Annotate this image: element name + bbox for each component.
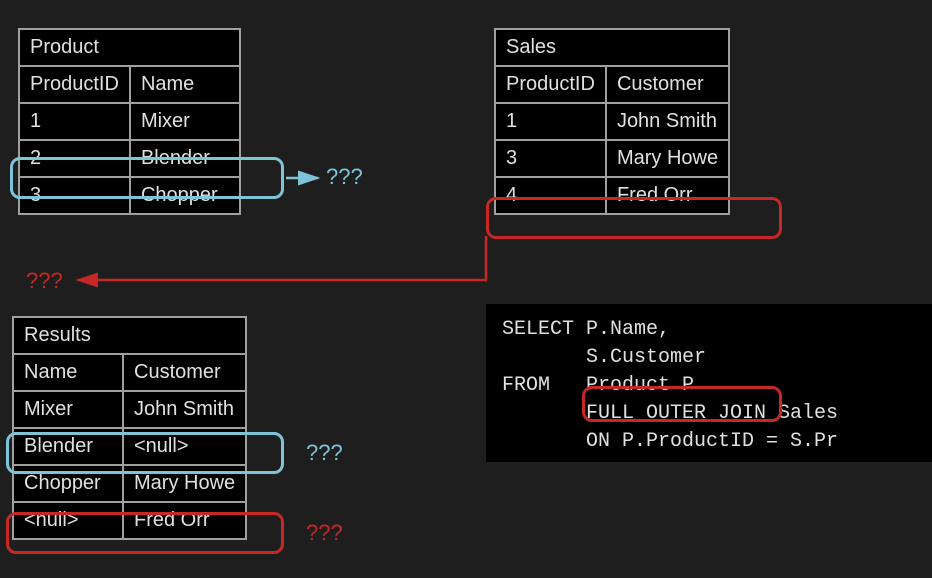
- col-header: Customer: [606, 66, 729, 103]
- table-row: ProductID Name: [19, 66, 240, 103]
- sales-table-title: Sales: [494, 28, 730, 65]
- table-row: 4 Fred Orr: [495, 177, 729, 214]
- sql-line: S.Customer: [502, 346, 706, 369]
- product-table: Product ProductID Name 1 Mixer 2 Blender…: [18, 28, 241, 215]
- table-row: ProductID Customer: [495, 66, 729, 103]
- sales-table: Sales ProductID Customer 1 John Smith 3 …: [494, 28, 730, 215]
- table-row: Chopper Mary Howe: [13, 465, 246, 502]
- sql-line: SELECT P.Name,: [502, 318, 670, 341]
- sql-keyword-join: FULL OUTER JOIN: [586, 402, 766, 425]
- question-red-bottom: ???: [306, 520, 343, 546]
- sql-line-part: Sales: [766, 402, 838, 425]
- results-table-title: Results: [12, 316, 247, 353]
- table-row: 1 Mixer: [19, 103, 240, 140]
- col-header: Name: [130, 66, 240, 103]
- col-header: Name: [13, 354, 123, 391]
- table-row: Name Customer: [13, 354, 246, 391]
- col-header: Customer: [123, 354, 246, 391]
- question-blue-top: ???: [326, 164, 363, 190]
- table-row: Mixer John Smith: [13, 391, 246, 428]
- sql-line-part: [502, 402, 586, 425]
- arrow-red-fredorr: [78, 236, 486, 280]
- question-blue-bottom: ???: [306, 440, 343, 466]
- table-row: 2 Blender: [19, 140, 240, 177]
- product-table-title: Product: [18, 28, 241, 65]
- table-row: 3 Mary Howe: [495, 140, 729, 177]
- col-header: ProductID: [19, 66, 130, 103]
- sql-code: SELECT P.Name, S.Customer FROM Product P…: [486, 304, 932, 462]
- table-row: <null> Fred Orr: [13, 502, 246, 539]
- sql-line: FROM Product P: [502, 374, 694, 397]
- table-row: 1 John Smith: [495, 103, 729, 140]
- table-row: 3 Chopper: [19, 177, 240, 214]
- question-red-top: ???: [26, 268, 63, 294]
- table-row: Blender <null>: [13, 428, 246, 465]
- col-header: ProductID: [495, 66, 606, 103]
- results-table: Results Name Customer Mixer John Smith B…: [12, 316, 247, 540]
- sql-line: ON P.ProductID = S.Pr: [502, 430, 838, 453]
